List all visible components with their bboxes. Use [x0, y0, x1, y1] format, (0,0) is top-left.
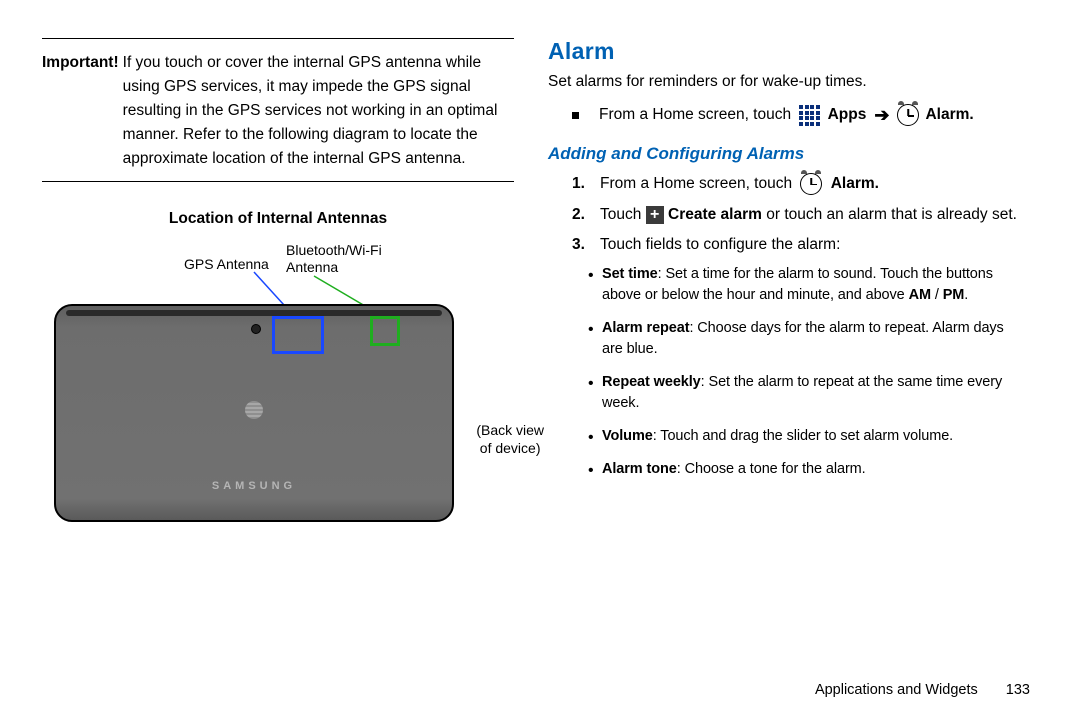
opt-title: Alarm tone: [602, 461, 677, 477]
antenna-diagram: GPS Antenna Bluetooth/Wi-Fi Antenna (Bac…: [54, 242, 474, 532]
opt-body: : Choose a tone for the alarm.: [677, 461, 866, 477]
plus-icon: +: [646, 206, 664, 224]
opt-title: Set time: [602, 266, 658, 282]
rule-top: [42, 38, 514, 39]
step-2: 2. Touch + Create alarm or touch an alar…: [572, 203, 1020, 228]
rule-bottom: [42, 181, 514, 182]
alarm-clock-icon: [800, 173, 822, 195]
page-number: 133: [1006, 682, 1030, 698]
opt-body: : Touch and drag the slider to set alarm…: [653, 428, 953, 444]
opt-set-time: Set time: Set a time for the alarm to so…: [588, 264, 1020, 306]
step-number: 3.: [572, 233, 590, 258]
bt-label-line2: Antenna: [286, 259, 338, 275]
gps-antenna-label: GPS Antenna: [184, 256, 269, 272]
step3-text: Touch fields to configure the alarm:: [600, 233, 840, 258]
step1-alarm-label: Alarm.: [831, 175, 879, 192]
important-text: If you touch or cover the internal GPS a…: [123, 51, 514, 171]
opt-title: Alarm repeat: [602, 320, 689, 336]
from-home-text: From a Home screen, touch: [599, 103, 791, 128]
am-label: AM: [909, 287, 931, 303]
alarm-clock-icon: [897, 104, 919, 126]
steps-list: 1. From a Home screen, touch Alarm. 2. T…: [572, 172, 1020, 258]
page-footer: Applications and Widgets 133: [815, 682, 1030, 698]
step-number: 1.: [572, 172, 590, 197]
opt-volume: Volume: Touch and drag the slider to set…: [588, 426, 1020, 447]
alarm-label-1: Alarm.: [925, 103, 973, 128]
camera-dot: [251, 324, 261, 334]
step-1: 1. From a Home screen, touch Alarm.: [572, 172, 1020, 197]
apps-label: Apps: [828, 103, 867, 128]
left-column: Important! If you touch or cover the int…: [42, 38, 514, 532]
slash: /: [931, 287, 943, 303]
step2-text-c: or touch an alarm that is already set.: [766, 206, 1017, 223]
opt-title: Volume: [602, 428, 653, 444]
square-bullet-icon: [572, 112, 579, 119]
step2-text-a: Touch: [600, 206, 641, 223]
back-view-label: (Back view of device): [476, 422, 544, 457]
bt-antenna-box: [370, 316, 400, 346]
from-home-instruction: From a Home screen, touch Apps ➔ Alarm.: [572, 101, 1020, 130]
gps-antenna-box: [272, 316, 324, 354]
opt-repeat-weekly: Repeat weekly: Set the alarm to repeat a…: [588, 372, 1020, 414]
opt-alarm-tone: Alarm tone: Choose a tone for the alarm.: [588, 459, 1020, 480]
arrow-icon: ➔: [874, 101, 889, 130]
important-label: Important!: [42, 51, 119, 171]
step1-text: From a Home screen, touch: [600, 175, 792, 192]
subsection-heading: Adding and Configuring Alarms: [548, 144, 1020, 164]
alarm-intro: Set alarms for reminders or for wake-up …: [548, 73, 1020, 91]
backview-line1: (Back view: [476, 422, 544, 438]
bt-label-line1: Bluetooth/Wi-Fi: [286, 242, 382, 258]
create-alarm-label: Create alarm: [668, 206, 762, 223]
opt-title: Repeat weekly: [602, 374, 701, 390]
step-number: 2.: [572, 203, 590, 228]
step-3: 3. Touch fields to configure the alarm:: [572, 233, 1020, 258]
footer-section: Applications and Widgets: [815, 682, 978, 698]
right-column: Alarm Set alarms for reminders or for wa…: [548, 38, 1020, 532]
opt-alarm-repeat: Alarm repeat: Choose days for the alarm …: [588, 318, 1020, 360]
bt-wifi-antenna-label: Bluetooth/Wi-Fi Antenna: [286, 242, 382, 276]
brand-wordmark: SAMSUNG: [212, 480, 296, 492]
backview-line2: of device): [480, 440, 541, 456]
pm-label: PM: [943, 287, 965, 303]
apps-grid-icon: [797, 103, 822, 128]
antenna-heading: Location of Internal Antennas: [42, 210, 514, 228]
important-note: Important! If you touch or cover the int…: [42, 51, 514, 171]
options-list: Set time: Set a time for the alarm to so…: [588, 264, 1020, 480]
section-heading-alarm: Alarm: [548, 38, 1020, 65]
carrier-logo-icon: [245, 401, 263, 419]
